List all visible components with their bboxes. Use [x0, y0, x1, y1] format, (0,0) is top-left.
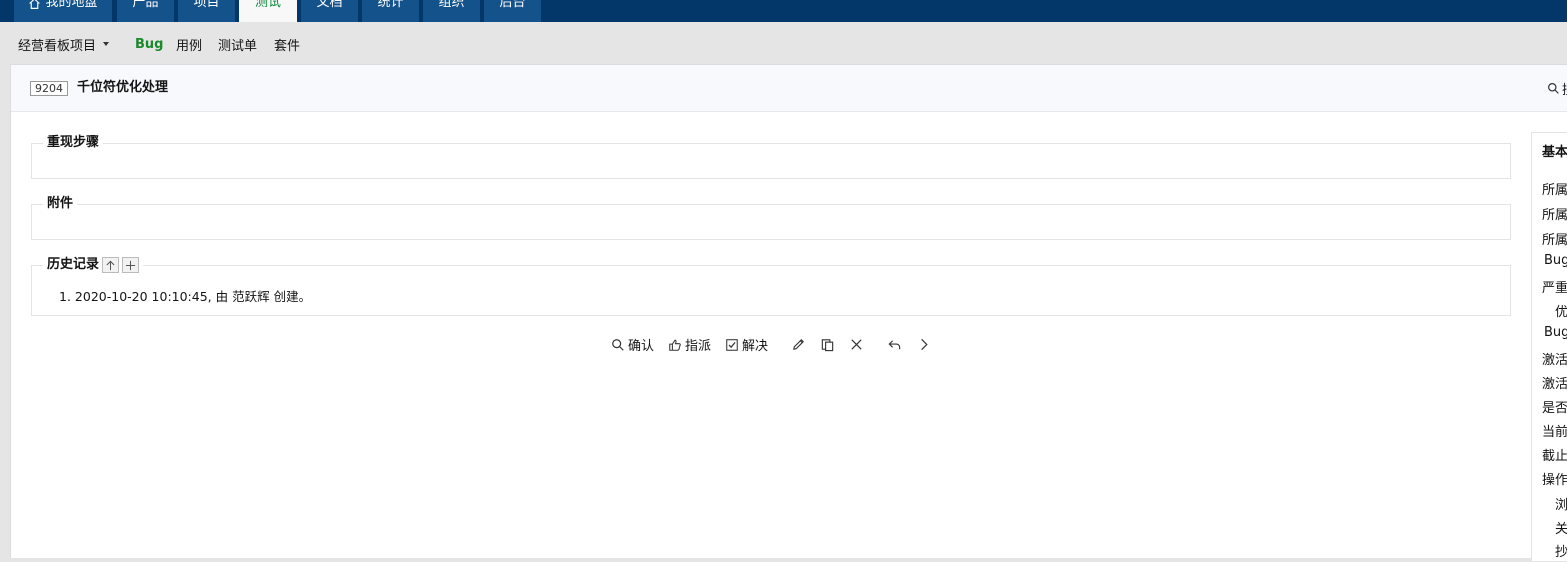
info-row-label: Bug: [1544, 253, 1567, 268]
copy-icon: [821, 339, 833, 352]
history-user: 范跃辉: [232, 289, 270, 304]
info-row-label: 截止: [1542, 449, 1567, 464]
info-row-label: 当前: [1542, 425, 1567, 440]
tab-label: 产品: [132, 0, 159, 10]
tab-stats[interactable]: 统计: [362, 0, 419, 22]
project-name: 经营看板项目: [18, 38, 97, 54]
hand-point-icon: [669, 339, 681, 351]
header-search-button[interactable]: 搜: [1547, 79, 1567, 98]
bug-header: 9204 千位符优化处理 搜: [11, 65, 1567, 112]
sub-navigation: 经营看板项目 Bug 用例 测试单 套件: [0, 22, 1567, 64]
tab-admin[interactable]: 后台: [484, 0, 541, 22]
steps-section: 重现步骤: [31, 135, 1511, 179]
info-row-label: 浏: [1555, 498, 1567, 513]
info-row-label: 所属: [1542, 208, 1567, 223]
return-arrow-icon: [888, 340, 900, 350]
bug-title: 千位符优化处理: [77, 80, 169, 95]
bug-detail-panel: 9204 千位符优化处理 搜 重现步骤 附件 历史记录 1. 2: [10, 64, 1567, 562]
confirm-button[interactable]: 确认: [611, 335, 654, 354]
tab-product[interactable]: 产品: [117, 0, 174, 22]
subnav-label: 用例: [176, 38, 203, 54]
info-row-label: 抄: [1555, 545, 1567, 560]
back-button[interactable]: [886, 337, 902, 353]
subnav-label: 套件: [274, 38, 301, 54]
close-icon: [850, 339, 862, 350]
checkbox-icon: [726, 338, 738, 351]
subnav-testtask[interactable]: 测试单: [218, 35, 258, 54]
subnav-cases[interactable]: 用例: [176, 35, 203, 54]
subnav-label: 测试单: [218, 38, 258, 54]
confirm-label: 确认: [628, 339, 655, 354]
caret-down-icon: [103, 42, 110, 46]
tab-label: 测试: [254, 0, 281, 10]
attachments-section: 附件: [31, 196, 1511, 240]
tab-label: 组织: [438, 0, 465, 10]
info-row-label: 激活: [1542, 353, 1567, 368]
arrow-up-icon: [106, 260, 115, 270]
info-row-label: 所属: [1542, 183, 1567, 198]
tab-project[interactable]: 项目: [178, 0, 235, 22]
basic-info-title: 基本: [1542, 145, 1567, 160]
tab-label: 我的地盘: [45, 0, 98, 10]
pencil-icon: [792, 339, 804, 350]
top-navigation: 我的地盘 产品 项目 测试 文档 统计 组织 后台: [0, 0, 1567, 23]
tab-label: 项目: [193, 0, 220, 10]
steps-heading: 重现步骤: [43, 135, 104, 151]
project-switcher[interactable]: 经营看板项目: [18, 35, 110, 54]
header-search-label: 搜: [1562, 79, 1567, 98]
search-icon: [612, 338, 624, 351]
history-entry: 1. 2020-10-20 10:10:45, 由 范跃辉 创建。: [59, 286, 311, 305]
basic-info-panel: 基本 所属 所属 所属 Bug 严重 优 Bug 激活 激活 是否 当前 截止 …: [1531, 132, 1567, 562]
search-icon: [1548, 83, 1559, 94]
plus-icon: [125, 260, 136, 270]
steps-heading-label: 重现步骤: [47, 135, 100, 150]
assign-label: 指派: [685, 339, 712, 354]
tab-label: 文档: [316, 0, 343, 10]
chevron-right-icon: [920, 338, 928, 351]
tab-my-dashboard[interactable]: 我的地盘: [14, 0, 112, 22]
history-text-end: 创建。: [269, 289, 312, 304]
resolve-label: 解决: [742, 339, 769, 354]
history-heading: 历史记录: [43, 257, 144, 273]
home-icon: [29, 0, 41, 9]
assign-button[interactable]: 指派: [668, 335, 711, 354]
resolve-button[interactable]: 解决: [725, 335, 768, 354]
tab-docs[interactable]: 文档: [301, 0, 358, 22]
info-row-label: Bug: [1544, 325, 1567, 340]
subnav-suite[interactable]: 套件: [274, 35, 301, 54]
edit-button[interactable]: [790, 337, 806, 353]
action-toolbar: 确认 指派 解决: [611, 335, 944, 354]
info-row-label: 操作: [1542, 473, 1567, 488]
history-reverse-button[interactable]: [102, 257, 120, 273]
attachments-heading: 附件: [43, 196, 78, 212]
info-row-label: 是否: [1542, 401, 1567, 416]
tab-test[interactable]: 测试: [239, 0, 297, 23]
next-button[interactable]: [915, 337, 931, 353]
history-index: 1.: [59, 289, 71, 304]
info-row-label: 严重: [1542, 281, 1567, 296]
history-heading-label: 历史记录: [47, 257, 100, 272]
tab-label: 统计: [377, 0, 404, 10]
history-section: 历史记录 1. 2020-10-20 10:10:45, 由 范跃辉 创建。: [31, 257, 1511, 316]
info-row-label: 所属: [1542, 233, 1567, 248]
bug-id-badge: 9204: [30, 81, 68, 96]
tab-org[interactable]: 组织: [423, 0, 480, 22]
delete-button[interactable]: [848, 337, 864, 353]
history-text: 2020-10-20 10:10:45, 由: [74, 289, 233, 304]
copy-button[interactable]: [819, 337, 835, 353]
info-row-label: 激活: [1542, 377, 1567, 392]
subnav-bug[interactable]: Bug: [135, 35, 163, 53]
info-row-label: 优: [1555, 305, 1567, 320]
attachments-heading-label: 附件: [47, 196, 74, 211]
subnav-label: Bug: [135, 36, 164, 52]
info-row-label: 关: [1555, 522, 1567, 537]
history-expand-button[interactable]: [122, 257, 140, 273]
tab-label: 后台: [499, 0, 526, 10]
